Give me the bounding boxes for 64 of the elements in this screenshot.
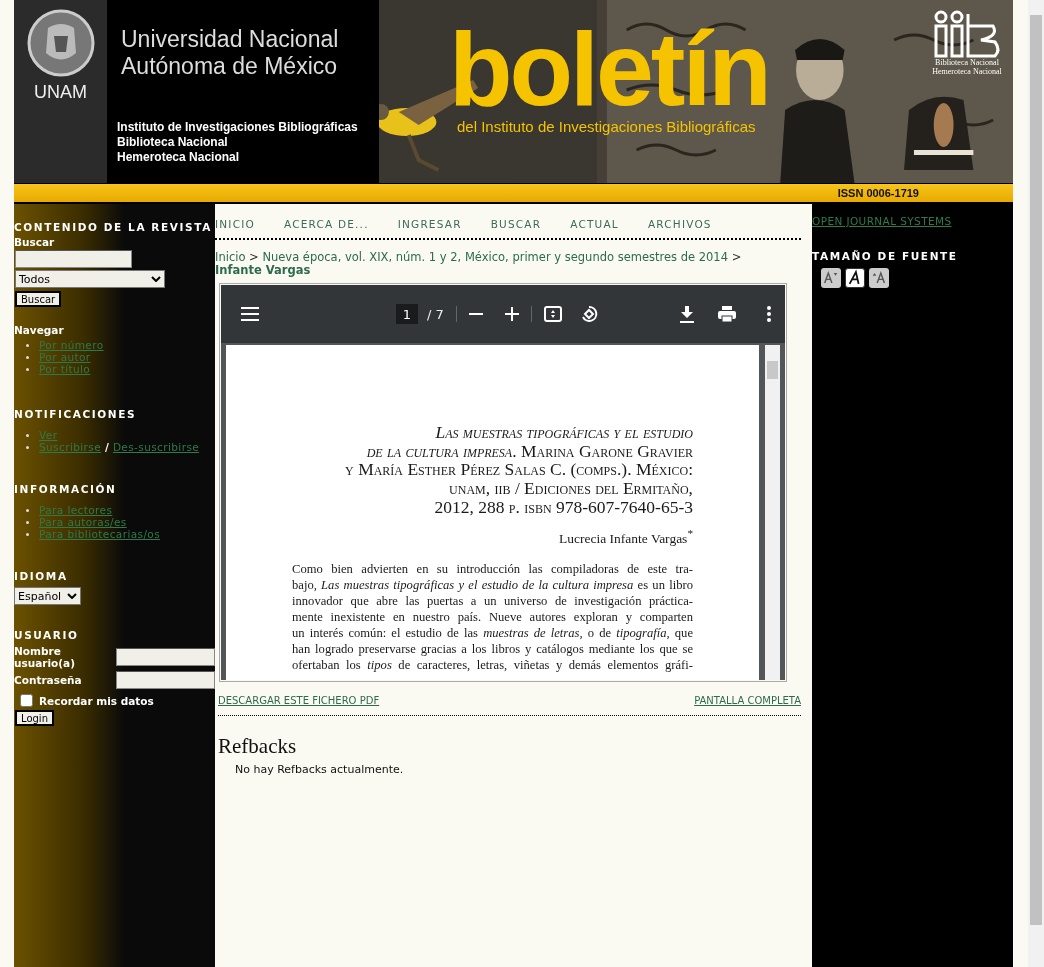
fullscreen-link[interactable]: PANTALLA COMPLETA: [694, 695, 801, 706]
font-size-button[interactable]: [845, 268, 865, 288]
search-label: Buscar: [14, 236, 55, 248]
download-link[interactable]: DESCARGAR ESTE FICHERO PDF: [218, 695, 380, 706]
zoom-in-icon[interactable]: [504, 307, 519, 321]
chevron-icon: [67, 593, 77, 599]
nav-link[interactable]: BUSCAR: [490, 218, 542, 230]
sidebar-heading: CONTENIDO DE LA REVISTA: [14, 221, 213, 233]
language-select[interactable]: Español: [14, 587, 81, 605]
username-field[interactable]: [116, 648, 215, 666]
breadcrumb-link[interactable]: Nueva época, vol. XIX, núm. 1 y 2, México, primer y segundo semestres de 2014: [262, 250, 728, 264]
chevron-icon: [151, 276, 161, 282]
scrollbar[interactable]: [1028, 0, 1044, 967]
department-name: Hemeroteca Nacional: [117, 150, 241, 165]
more-icon[interactable]: [767, 306, 771, 322]
university-name: Universidad Nacional: [121, 26, 340, 53]
password-label: Contraseña: [14, 674, 83, 686]
fit-page-icon[interactable]: [543, 306, 562, 322]
page-number-field[interactable]: 1: [396, 304, 418, 324]
review-author: Lucrecia Infante Vargas$^{*}$: [557, 526, 693, 546]
login-button[interactable]: Login: [15, 710, 54, 726]
sidebar-heading: IDIOMA: [14, 570, 69, 582]
browse-label: Navegar: [14, 324, 64, 336]
breadcrumb-current: Infante Vargas: [215, 264, 311, 277]
breadcrumb-separator: >: [731, 250, 742, 264]
crest-icon: [25, 8, 96, 78]
nav-link[interactable]: ACERCA DE...: [283, 218, 369, 230]
section-heading: Refbacks: [218, 734, 298, 759]
scrollbar[interactable]: [765, 345, 780, 680]
crest-label: UNAM: [34, 82, 87, 103]
nav-link[interactable]: ARCHIVOS: [647, 218, 712, 230]
logo-caption: Hemeroteca Nacional: [932, 67, 1002, 76]
nav-link[interactable]: INGRESAR: [397, 218, 462, 230]
nav-link[interactable]: ACTUAL: [570, 218, 619, 230]
remember-checkbox[interactable]: [20, 694, 33, 707]
search-field[interactable]: [15, 250, 132, 268]
university-name: Autónoma de México: [121, 53, 339, 80]
breadcrumb-separator: >: [249, 250, 259, 264]
sidebar-heading: USUARIO: [14, 629, 80, 641]
department-name: Biblioteca Nacional: [117, 135, 229, 150]
logo-caption: Biblioteca Nacional: [935, 58, 999, 67]
issn-label: ISSN 0006-1719: [837, 187, 919, 199]
ojs-link[interactable]: OPEN JOURNAL SYSTEMS: [812, 215, 1013, 227]
empty-message: No hay Refbacks actualmente.: [235, 763, 405, 776]
breadcrumb-link[interactable]: Inicio: [215, 250, 246, 264]
scope-select[interactable]: Todos: [15, 270, 165, 288]
search-button[interactable]: Buscar: [15, 291, 62, 307]
sidebar-heading: INFORMACIÓN: [14, 483, 118, 495]
print-icon[interactable]: [718, 306, 736, 322]
page-count: / 7: [427, 306, 444, 322]
notification-link[interactable]: Des-suscribirse: [112, 441, 200, 453]
nav-link[interactable]: INICIO: [215, 218, 255, 230]
rotate-icon[interactable]: [579, 305, 598, 323]
sidebar-heading: NOTIFICACIONES: [14, 408, 138, 420]
sidebar-heading: TAMAÑO DE FUENTE: [812, 250, 959, 262]
link-separator: /: [105, 441, 109, 453]
menu-icon[interactable]: [241, 307, 259, 321]
download-icon[interactable]: [680, 305, 694, 323]
remember-label: Recordar mis datos: [39, 694, 154, 707]
password-field[interactable]: [116, 671, 215, 689]
body-paragraph: Como bien advierten en su introducción las compiladoras de este tra- bajo, Las muestras tipográficas y el estudio de la cultura impresa es un libro innovador que abre las puertas a un universo de investigación práctica- mente inexistente en nuestro país. Nueve autores exploran y comparten un interés común: el estudio de las muestras de letras, o de tipografía, que han logrado preservarse gracias a los libros y catálogos mediante los que se ofertaban los tipos de caracteres, letras, viñetas y demás elementos gráfi-: [292, 561, 693, 673]
username-label: Nombre usuario(a): [14, 645, 76, 669]
reviewed-book-title: Las muestras tipográficas y el estudio de la cultura impresa. Marina Garone Gravier y María Esther Pérez Salas C. (comps.). México: unam, iib / Ediciones del Ermitaño, 2012, 288 p. isbn 978-607-7640-65-3: [344, 423, 693, 517]
department-name: Instituto de Investigaciones Bibliográficas: [117, 120, 359, 135]
